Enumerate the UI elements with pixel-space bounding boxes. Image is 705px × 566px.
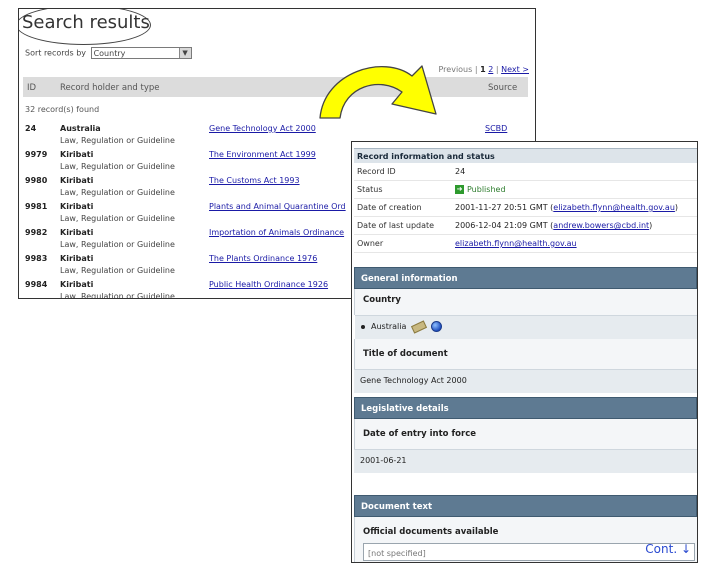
status-label: Status bbox=[357, 185, 383, 194]
row-type: Law, Regulation or Guideline bbox=[60, 240, 175, 249]
row-id: 9982 bbox=[25, 228, 48, 237]
general-info-header: General information bbox=[354, 267, 697, 289]
pager-separator: | bbox=[474, 65, 478, 74]
owner-label: Owner bbox=[357, 239, 384, 248]
record-id-label: Record ID bbox=[357, 167, 396, 176]
country-field: Country bbox=[354, 289, 697, 315]
country-value: Australia bbox=[371, 322, 407, 331]
row-type: Law, Regulation or Guideline bbox=[60, 136, 175, 145]
row-id: 9981 bbox=[25, 202, 48, 211]
row-holder: Kiribati bbox=[60, 202, 94, 211]
update-email-link[interactable]: andrew.bowers@cbd.int bbox=[553, 221, 649, 230]
row-type: Law, Regulation or Guideline bbox=[60, 188, 175, 197]
creation-date: 2001-11-27 20:51 GMT ( bbox=[455, 203, 554, 212]
legislative-header: Legislative details bbox=[354, 397, 697, 419]
creation-value: 2001-11-27 20:51 GMT (elizabeth.flynn@he… bbox=[455, 203, 678, 212]
sort-select[interactable]: Country ▼ bbox=[90, 47, 192, 59]
pager-page-2[interactable]: 2 bbox=[488, 65, 493, 74]
row-title-link[interactable]: The Customs Act 1993 bbox=[209, 176, 300, 185]
creation-row: Date of creation 2001-11-27 20:51 GMT (e… bbox=[354, 199, 697, 217]
country-label: Country bbox=[363, 295, 401, 305]
page-title: Search results bbox=[22, 12, 150, 33]
row-id: 9983 bbox=[25, 254, 48, 263]
edit-icon[interactable] bbox=[411, 319, 428, 334]
pager-separator: | bbox=[495, 65, 499, 74]
sort-control: Sort records by Country ▼ bbox=[25, 47, 192, 59]
record-id-value: 24 bbox=[455, 167, 466, 176]
creation-label: Date of creation bbox=[357, 203, 422, 212]
row-holder: Kiribati bbox=[60, 280, 94, 289]
record-detail-panel: Record information and status Record ID … bbox=[351, 141, 698, 563]
row-holder: Kiribati bbox=[60, 228, 94, 237]
owner-email-link[interactable]: elizabeth.flynn@health.gov.au bbox=[455, 239, 577, 248]
update-label: Date of last update bbox=[357, 221, 435, 230]
pager-next[interactable]: Next > bbox=[501, 65, 529, 74]
row-type: Law, Regulation or Guideline bbox=[60, 214, 175, 223]
official-docs-label: Official documents available bbox=[363, 527, 499, 537]
owner-row: Owner elizabeth.flynn@health.gov.au bbox=[354, 235, 697, 253]
country-value-row: Australia bbox=[355, 315, 697, 339]
row-title-link[interactable]: Public Health Ordinance 1926 bbox=[209, 280, 328, 289]
curved-arrow-icon bbox=[319, 65, 437, 119]
row-holder: Kiribati bbox=[60, 176, 94, 185]
row-id: 24 bbox=[25, 124, 37, 133]
status-row: Status ➜ Published bbox=[354, 181, 697, 199]
entry-value: 2001-06-21 bbox=[354, 449, 697, 473]
row-type: Law, Regulation or Guideline bbox=[60, 266, 175, 275]
records-found: 32 record(s) found bbox=[25, 105, 100, 114]
update-close: ) bbox=[649, 221, 653, 230]
row-type: Law, Regulation or Guideline bbox=[60, 162, 175, 171]
row-id: 9979 bbox=[25, 150, 48, 159]
entry-field: Date of entry into force bbox=[354, 419, 697, 449]
row-holder: Kiribati bbox=[60, 254, 94, 263]
record-info-header: Record information and status bbox=[354, 148, 697, 163]
row-title-link[interactable]: Plants and Animal Quarantine Ord bbox=[209, 202, 346, 211]
sort-select-value: Country bbox=[93, 49, 126, 58]
official-docs-value: [not specified] Cont. ↓ bbox=[363, 542, 695, 561]
row-holder: Kiribati bbox=[60, 150, 94, 159]
doc-title-label: Title of document bbox=[363, 349, 448, 359]
document-text-header: Document text bbox=[354, 495, 697, 517]
row-id: 9980 bbox=[25, 176, 48, 185]
row-source-link[interactable]: SCBD bbox=[485, 124, 507, 133]
chevron-down-icon[interactable]: ▼ bbox=[178, 48, 191, 58]
bullet-icon bbox=[361, 324, 365, 329]
row-id: 9984 bbox=[25, 280, 48, 289]
row-title-link[interactable]: Gene Technology Act 2000 bbox=[209, 124, 316, 133]
creation-close: ) bbox=[674, 203, 679, 212]
globe-icon[interactable] bbox=[431, 321, 443, 332]
column-id[interactable]: ID bbox=[27, 83, 36, 93]
status-badge: Published bbox=[467, 185, 506, 194]
update-date: 2006-12-04 21:09 GMT ( bbox=[455, 221, 554, 230]
published-arrow-icon: ➜ bbox=[455, 185, 464, 194]
official-docs-field: Official documents available [not specif… bbox=[354, 517, 697, 562]
doc-title-value: Gene Technology Act 2000 bbox=[354, 369, 697, 393]
official-docs-text: [not specified] bbox=[368, 549, 426, 558]
column-source[interactable]: Source bbox=[488, 83, 517, 93]
pager-current: 1 bbox=[480, 65, 486, 74]
row-type: Law, Regulation or Guideline bbox=[60, 292, 175, 299]
column-holder[interactable]: Record holder and type bbox=[60, 83, 160, 93]
row-title-link[interactable]: Importation of Animals Ordinance bbox=[209, 228, 344, 237]
creation-email-link[interactable]: elizabeth.flynn@health.gov.au bbox=[553, 203, 675, 212]
sort-label: Sort records by bbox=[25, 48, 87, 58]
doc-title-field: Title of document bbox=[354, 339, 697, 369]
status-value: ➜ Published bbox=[455, 185, 506, 194]
record-id-row: Record ID 24 bbox=[354, 163, 697, 181]
row-title-link[interactable]: The Environment Act 1999 bbox=[209, 150, 316, 159]
entry-label: Date of entry into force bbox=[363, 429, 477, 439]
owner-value: elizabeth.flynn@health.gov.au bbox=[455, 239, 577, 248]
update-row: Date of last update 2006-12-04 21:09 GMT… bbox=[354, 217, 697, 235]
row-title-link[interactable]: The Plants Ordinance 1976 bbox=[209, 254, 317, 263]
update-value: 2006-12-04 21:09 GMT (andrew.bowers@cbd.… bbox=[455, 221, 652, 230]
row-holder: Australia bbox=[60, 124, 101, 133]
continue-label: Cont. ↓ bbox=[645, 542, 691, 556]
